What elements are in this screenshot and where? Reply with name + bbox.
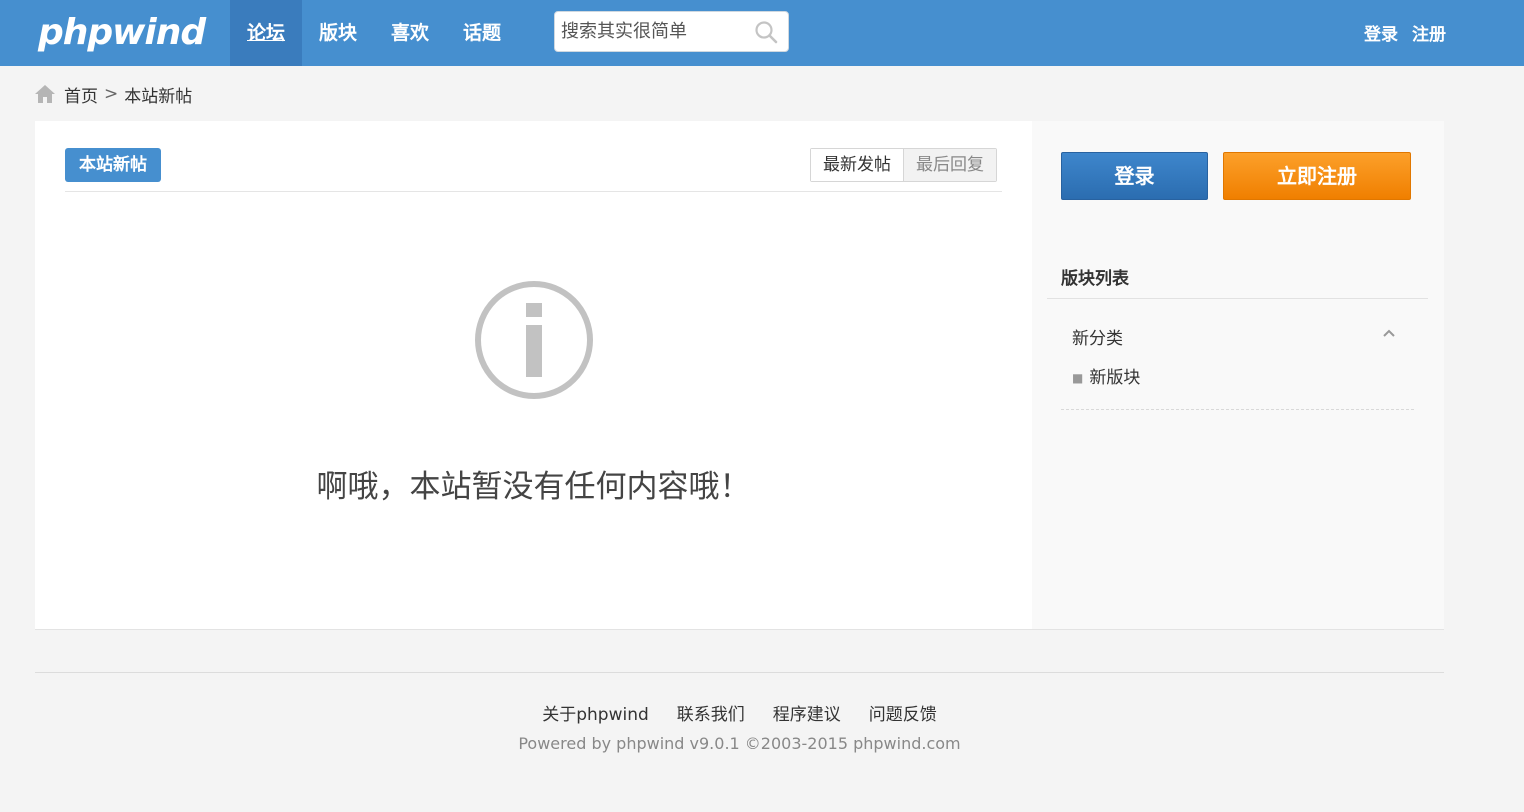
dashed-divider: [1061, 409, 1414, 410]
footer-link-contact[interactable]: 联系我们: [677, 700, 745, 725]
empty-message: 啊哦，本站暂没有任何内容哦！: [316, 469, 751, 505]
footer-link-feedback[interactable]: 问题反馈: [869, 700, 937, 725]
forum-item-label: 新版块: [1089, 368, 1141, 388]
tab-new-posts[interactable]: 本站新帖: [65, 148, 161, 182]
forum-item[interactable]: ■ 新版块: [1072, 363, 1140, 388]
nav-topics[interactable]: 话题: [446, 0, 518, 66]
breadcrumb: 首页 > 本站新帖: [34, 82, 193, 107]
header-register-link[interactable]: 注册: [1412, 20, 1446, 45]
breadcrumb-current: 本站新帖: [124, 86, 193, 107]
search-icon[interactable]: [754, 20, 778, 44]
search-box: [554, 11, 789, 52]
footer-divider: [35, 672, 1444, 673]
divider: [65, 191, 1002, 192]
chevron-up-icon[interactable]: [1382, 328, 1396, 338]
header-login-link[interactable]: 登录: [1364, 20, 1398, 45]
account-links: 登录 注册: [1364, 20, 1446, 45]
main-nav: 论坛 版块 喜欢 话题: [230, 0, 518, 66]
breadcrumb-home[interactable]: 首页: [64, 82, 98, 107]
search-input[interactable]: [561, 12, 751, 51]
sort-latest-post-button[interactable]: 最新发帖: [811, 149, 904, 181]
forum-list-title: 版块列表: [1061, 269, 1129, 289]
category-item[interactable]: 新分类: [1072, 324, 1123, 349]
sidebar: 登录 立即注册 版块列表 新分类 ■ 新版块: [1032, 121, 1444, 630]
info-icon: [475, 281, 593, 399]
nav-boards[interactable]: 版块: [302, 0, 374, 66]
breadcrumb-separator: >: [104, 84, 119, 104]
copyright-text: Powered by phpwind v9.0.1 ©2003-2015 php…: [518, 734, 961, 753]
nav-forum[interactable]: 论坛: [230, 0, 303, 66]
phpwind-logo[interactable]: phpwind: [38, 12, 206, 53]
main-panel: 本站新帖 最新发帖 最后回复 啊哦，本站暂没有任何内容哦！: [35, 121, 1032, 630]
home-icon: [35, 85, 55, 103]
nav-likes[interactable]: 喜欢: [374, 0, 446, 66]
divider: [1047, 298, 1428, 299]
footer-link-about[interactable]: 关于phpwind: [542, 700, 649, 725]
bullet-icon: ■: [1072, 371, 1084, 385]
sort-toggle: 最新发帖 最后回复: [810, 148, 997, 182]
login-button[interactable]: 登录: [1061, 152, 1208, 200]
top-navbar: phpwind 论坛 版块 喜欢 话题 登录 注册: [0, 0, 1524, 66]
footer-links: 关于phpwind 联系我们 程序建议 问题反馈: [0, 700, 1479, 725]
footer-link-suggestion[interactable]: 程序建议: [773, 700, 841, 725]
sort-last-reply-button[interactable]: 最后回复: [904, 149, 996, 181]
register-button[interactable]: 立即注册: [1223, 152, 1411, 200]
